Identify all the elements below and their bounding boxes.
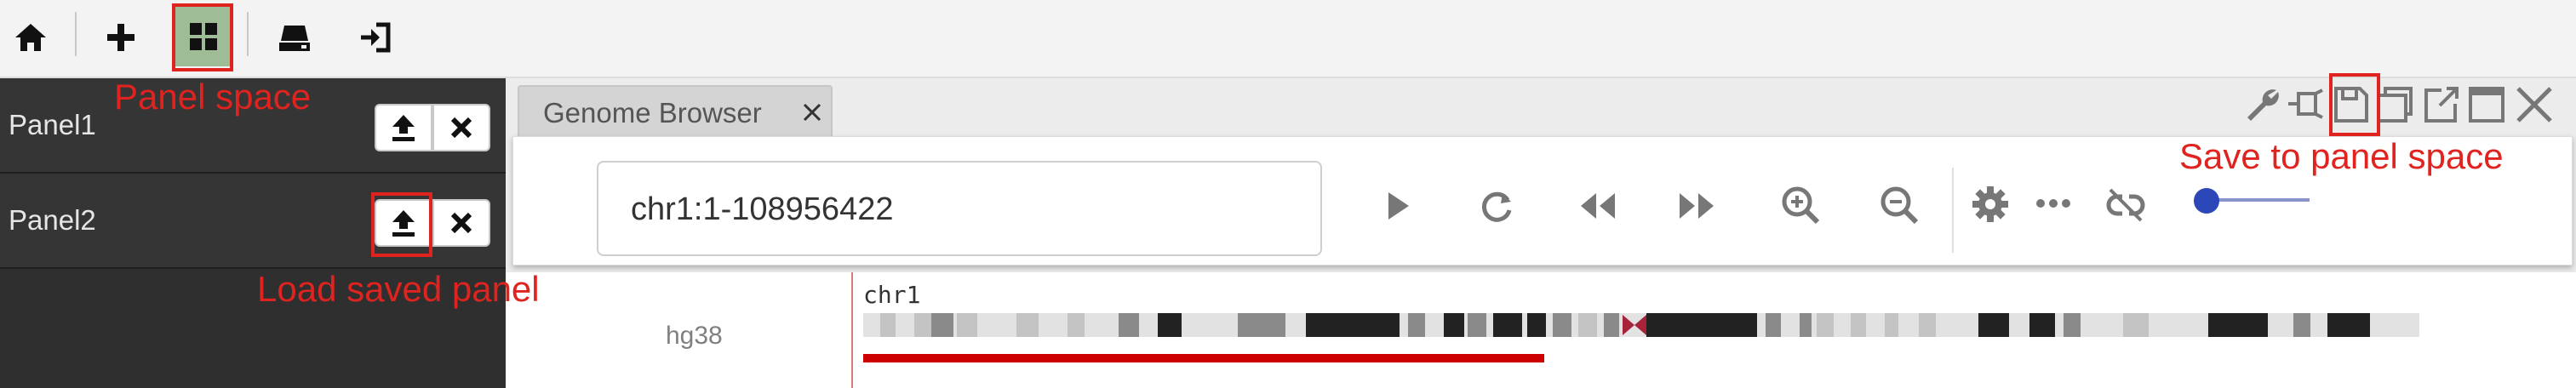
genome-label: hg38 — [666, 322, 723, 350]
zoom-out-icon[interactable] — [1879, 185, 1920, 225]
unlink-icon[interactable] — [2105, 186, 2146, 224]
load-panel-highlight — [371, 192, 432, 257]
panel-space-annotation: Panel space — [114, 77, 312, 117]
panel-space-highlight — [172, 3, 233, 71]
add-button[interactable] — [94, 10, 148, 65]
save-to-panel-annotation: Save to panel space — [2179, 136, 2504, 176]
window-controls — [2242, 85, 2566, 129]
sign-in-icon — [361, 22, 391, 53]
locus-value: chr1:1-108956422 — [631, 191, 894, 227]
popout-icon[interactable] — [2421, 85, 2460, 124]
close-icon — [450, 117, 472, 139]
save-panel-highlight — [2329, 73, 2380, 136]
close-icon[interactable] — [802, 102, 822, 123]
zoom-slider-handle[interactable] — [2194, 188, 2219, 214]
sign-in-button[interactable] — [349, 10, 404, 65]
maximize-icon[interactable] — [2467, 85, 2506, 124]
pin-icon[interactable] — [2287, 85, 2326, 124]
gear-icon[interactable] — [1971, 185, 2010, 224]
tab-genome-browser[interactable]: Genome Browser — [518, 85, 833, 136]
fast-forward-icon[interactable] — [1676, 190, 1717, 222]
toolbar-divider — [247, 12, 249, 56]
locus-input[interactable]: chr1:1-108956422 — [597, 161, 1322, 256]
close-icon — [450, 212, 472, 234]
storage-button[interactable] — [267, 10, 322, 65]
load-saved-annotation: Load saved panel — [257, 269, 540, 309]
play-icon[interactable] — [1383, 190, 1412, 222]
hard-drive-icon — [279, 26, 310, 51]
wrench-icon[interactable] — [2242, 85, 2281, 124]
delete-panel-button[interactable] — [432, 199, 490, 247]
load-panel-button[interactable] — [375, 104, 432, 151]
rewind-icon[interactable] — [1577, 190, 1618, 222]
ellipsis-icon[interactable] — [2035, 198, 2071, 208]
top-toolbar — [0, 0, 2576, 78]
track-divider — [851, 272, 853, 388]
home-button[interactable] — [3, 10, 58, 65]
upload-icon — [392, 115, 415, 141]
toolbar-divider — [1952, 168, 1954, 253]
panel-name: Panel2 — [9, 204, 96, 236]
chromosome-name: chr1 — [863, 281, 921, 309]
delete-panel-button[interactable] — [432, 104, 490, 151]
toolbar-divider — [75, 12, 77, 56]
panel-name: Panel1 — [9, 109, 96, 140]
tab-label: Genome Browser — [543, 97, 762, 128]
close-window-icon[interactable] — [2515, 85, 2554, 124]
zoom-in-icon[interactable] — [1780, 185, 1821, 225]
plus-icon — [107, 24, 135, 51]
zoom-slider-track[interactable] — [2206, 198, 2310, 202]
home-icon — [15, 24, 46, 51]
chromosome-ideogram[interactable] — [863, 313, 2419, 337]
refresh-icon[interactable] — [1479, 190, 1514, 225]
current-view-indicator — [863, 354, 1544, 362]
track-area: hg38 chr1 — [506, 272, 2576, 388]
workspace: Genome Browser chr1:1-108956422 hg38 chr… — [506, 78, 2576, 388]
restore-icon[interactable] — [2375, 85, 2414, 124]
